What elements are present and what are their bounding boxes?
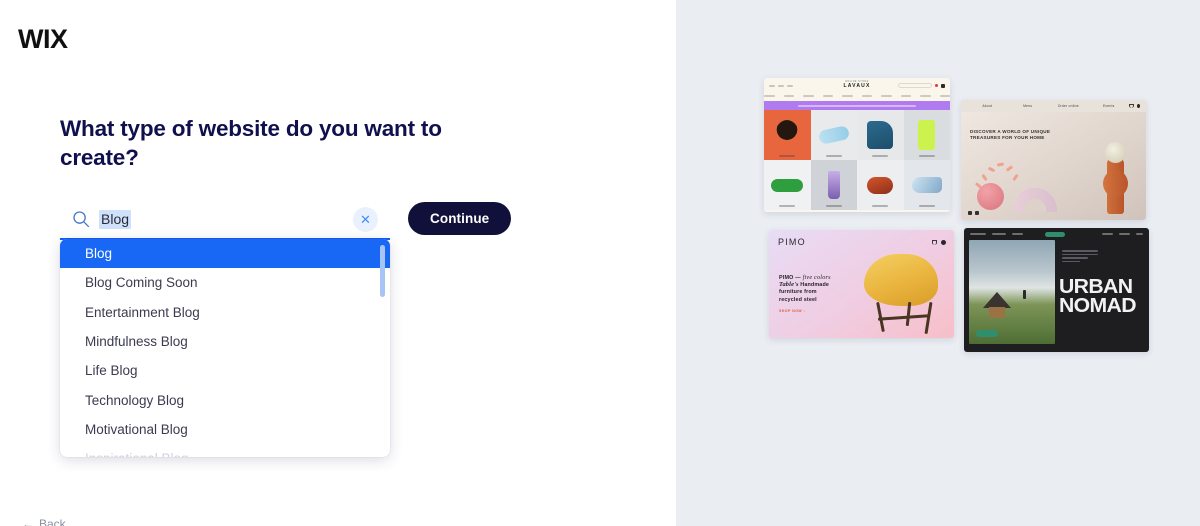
store-wishlist-icon	[935, 84, 938, 87]
search-row: Blog ✕ Continue	[60, 200, 530, 240]
dropdown-option-motivational-blog[interactable]: Motivational Blog	[60, 415, 390, 444]
decor-totem-object	[1103, 142, 1128, 214]
website-type-form: What type of website do you want to crea…	[60, 114, 530, 240]
dropdown-option-mindfulness-blog[interactable]: Mindfulness Blog	[60, 327, 390, 356]
store-nav-left	[769, 84, 793, 87]
account-icon	[941, 239, 946, 245]
product-tile	[764, 110, 811, 160]
dropdown-list: Blog Blog Coming Soon Entertainment Blog…	[60, 239, 390, 457]
store-header: ONLINE STORE LAVAUX	[764, 78, 950, 93]
dropdown-option-inspirational-blog[interactable]: Inspirational Blog	[60, 444, 390, 457]
site-thumbnail-collage: ONLINE STORE LAVAUX About Menu Order onl…	[764, 78, 1154, 358]
store-brand-name: LAVAUX	[843, 82, 871, 89]
continue-button[interactable]: Continue	[408, 202, 512, 235]
nomad-title: URBAN NOMAD	[1059, 277, 1137, 317]
decor-nav-about: About	[982, 104, 993, 108]
decor-headline: DISCOVER A WORLD OF UNIQUE TREASURES FOR…	[970, 129, 1051, 141]
thumbnail-lavaux-store[interactable]: ONLINE STORE LAVAUX	[764, 78, 950, 212]
pimo-header: PIMO	[769, 230, 954, 247]
product-tile	[810, 110, 857, 160]
nomad-landscape-photo	[969, 240, 1055, 344]
account-icon	[1137, 104, 1140, 108]
dropdown-option-life-blog[interactable]: Life Blog	[60, 356, 390, 385]
nomad-nav-best-offer	[970, 233, 986, 235]
nomad-right-column: URBAN NOMAD	[1055, 240, 1149, 352]
pimo-line-3: furniture from	[779, 289, 817, 296]
instagram-icon	[975, 211, 979, 215]
dropdown-option-blog-coming-soon[interactable]: Blog Coming Soon	[60, 268, 390, 297]
decor-nav-events: Events	[1102, 104, 1115, 108]
search-icon	[72, 210, 90, 228]
decor-nav-menu: Menu	[1023, 104, 1033, 108]
product-tile	[857, 110, 904, 160]
decor-social-icons	[968, 211, 979, 215]
decor-nav: About Menu Order online Events	[961, 100, 1146, 112]
left-panel: WIX What type of website do you want to …	[0, 0, 676, 526]
thumbnail-urban-nomad[interactable]: URBAN NOMAD	[964, 228, 1149, 352]
onboarding-page: WIX What type of website do you want to …	[0, 0, 1200, 526]
pimo-header-icons	[932, 239, 946, 245]
decor-hero: DISCOVER A WORLD OF UNIQUE TREASURES FOR…	[961, 112, 1146, 220]
dropdown-scrollbar-thumb[interactable]	[380, 245, 385, 297]
product-tile	[764, 160, 811, 210]
product-tile	[810, 160, 857, 210]
pimo-line-2: Table's Handmade	[779, 281, 830, 288]
store-kicker: ONLINE STORE	[845, 80, 869, 83]
product-tile	[903, 110, 950, 160]
dropdown-option-technology-blog[interactable]: Technology Blog	[60, 385, 390, 414]
dropdown-option-entertainment-blog[interactable]: Entertainment Blog	[60, 298, 390, 327]
nomad-cta-button	[976, 330, 998, 337]
website-type-search-field[interactable]: Blog ✕	[60, 200, 390, 240]
store-cart-icon	[941, 83, 945, 88]
facebook-icon	[968, 211, 972, 215]
nomad-title-line2: NOMAD	[1059, 295, 1137, 317]
dropdown-option-blog[interactable]: Blog	[60, 239, 390, 269]
nomad-nav-right	[1101, 233, 1143, 235]
nomad-nav	[964, 228, 1149, 240]
nomad-cabin-shape	[983, 292, 1011, 318]
arrow-left-icon: ←	[22, 517, 34, 526]
page-title: What type of website do you want to crea…	[60, 116, 442, 170]
pimo-copy: PIMO — five colors Table's Handmade furn…	[779, 274, 857, 313]
product-tile	[903, 160, 950, 210]
back-link-label: Back	[39, 517, 66, 526]
decor-nav-order-online: Order online	[1057, 104, 1079, 108]
thumbnail-home-decor[interactable]: About Menu Order online Events DISCOVER …	[961, 100, 1146, 220]
nomad-blurb-lines	[1062, 250, 1098, 264]
pimo-line-1: PIMO — five colors	[779, 274, 831, 281]
nomad-hiker-shape	[1023, 290, 1026, 299]
decor-nav-icons	[1129, 104, 1140, 108]
product-tile	[857, 160, 904, 210]
nomad-nav-experience	[992, 233, 1006, 235]
clear-search-button[interactable]: ✕	[353, 207, 378, 232]
decor-vase-object	[977, 183, 1004, 210]
cart-icon	[932, 239, 937, 245]
back-link[interactable]: ← Back	[22, 517, 66, 526]
store-product-grid	[764, 110, 950, 210]
store-header-icons	[898, 83, 945, 88]
wix-logo[interactable]: WIX	[18, 24, 68, 55]
search-input-value[interactable]: Blog	[99, 209, 132, 229]
dropdown-scrollbar[interactable]	[380, 245, 385, 451]
showcase-panel: ONLINE STORE LAVAUX About Menu Order onl…	[676, 0, 1200, 526]
pimo-line-4: recycled steel	[779, 296, 817, 303]
store-search-icon	[898, 83, 932, 88]
nomad-body: URBAN NOMAD	[964, 240, 1149, 352]
pimo-shop-now-link: SHOP NOW ↑	[779, 309, 806, 314]
thumbnail-pimo-furniture[interactable]: PIMO PIMO — five colors Table's Handmade…	[769, 230, 954, 338]
decor-arch-object	[1013, 188, 1057, 212]
pimo-logo: PIMO	[778, 237, 806, 247]
store-promo-banner	[764, 101, 950, 110]
store-nav	[764, 93, 950, 101]
pimo-chair-image	[856, 248, 944, 335]
cart-icon	[1129, 104, 1134, 108]
nomad-nav-highlight	[1044, 231, 1065, 237]
nomad-nav-vacation	[1012, 233, 1023, 235]
close-icon: ✕	[360, 212, 371, 227]
website-type-dropdown[interactable]: Blog Blog Coming Soon Entertainment Blog…	[60, 239, 390, 457]
